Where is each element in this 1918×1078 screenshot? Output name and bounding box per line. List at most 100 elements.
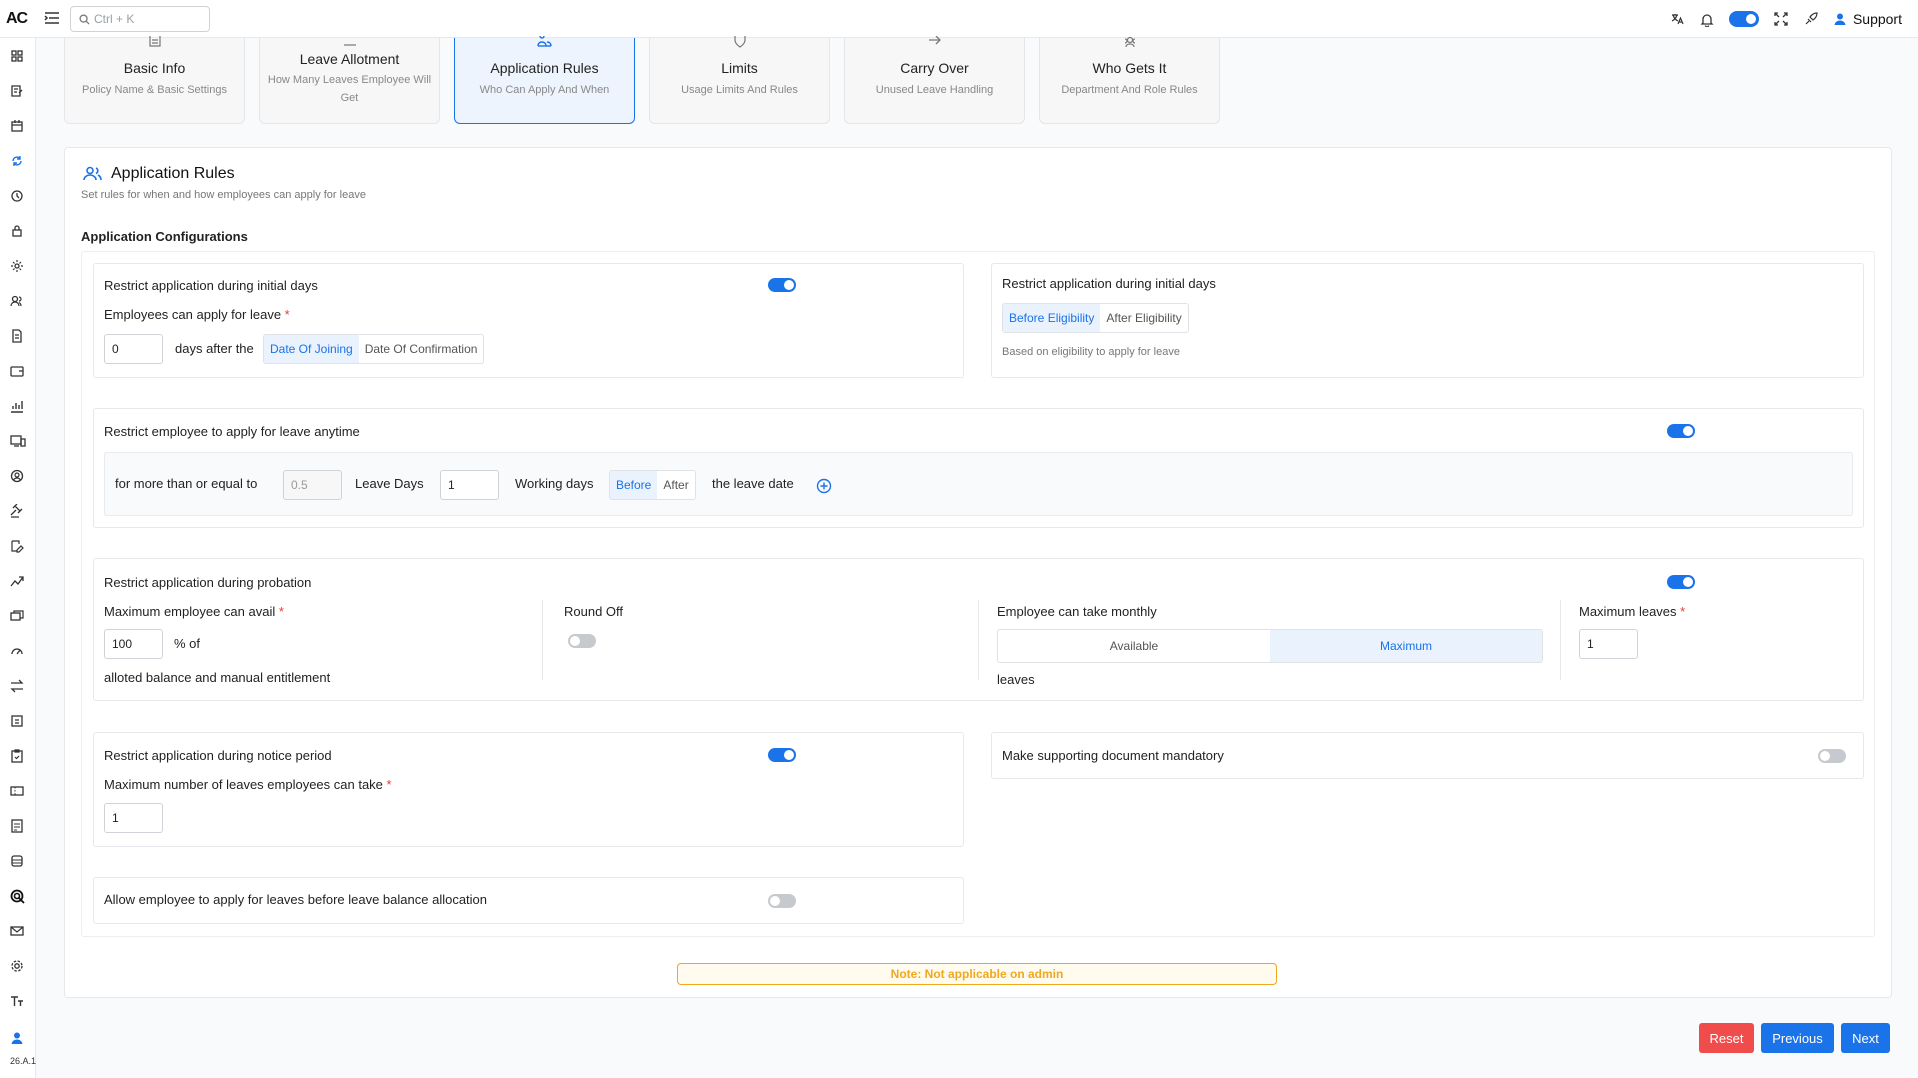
search-icon — [79, 13, 90, 25]
top-bar: AC Ctrl + K Support — [0, 0, 1918, 38]
max-leaves-input[interactable]: 1 — [1579, 629, 1638, 659]
users-icon — [83, 166, 105, 184]
sidebar-dashboard-icon[interactable] — [10, 49, 26, 65]
sidebar-gavel-icon[interactable] — [10, 503, 26, 520]
initial-days-input[interactable]: 0 — [104, 334, 163, 364]
document-mandatory-toggle[interactable] — [1818, 749, 1846, 763]
anytime-toggle[interactable] — [1667, 424, 1695, 438]
step-application-rules[interactable]: Application Rules Who Can Apply And When — [454, 35, 635, 124]
sidebar-lock-icon[interactable] — [10, 224, 26, 240]
sidebar-devices-icon[interactable] — [10, 434, 26, 450]
sidebar-tasks-icon[interactable] — [10, 84, 26, 100]
field-label: Maximum number of leaves employees can t… — [104, 777, 392, 792]
add-rule-plus-icon[interactable] — [816, 478, 832, 494]
sidebar-box-icon[interactable] — [10, 714, 26, 730]
option-before-eligibility[interactable]: Before Eligibility — [1003, 304, 1101, 332]
sidebar-ticket-icon[interactable] — [10, 784, 26, 800]
sidebar-settings-icon[interactable] — [10, 259, 26, 275]
step-title: Carry Over — [900, 60, 969, 76]
sidebar-document-icon[interactable] — [10, 329, 26, 345]
sidebar-transfer-icon[interactable] — [10, 679, 26, 695]
theme-toggle[interactable] — [1728, 11, 1759, 27]
step-limits[interactable]: Limits Usage Limits And Rules — [649, 36, 830, 124]
step-leave-allotment[interactable]: Leave Allotment How Many Leaves Employee… — [259, 38, 440, 124]
card-title: Allow employee to apply for leaves befor… — [104, 892, 488, 907]
rule-suffix: the leave date — [712, 476, 794, 491]
reset-button[interactable]: Reset — [1699, 1023, 1754, 1053]
translate-icon[interactable] — [1669, 11, 1685, 27]
before-allocation-card: Allow employee to apply for leaves befor… — [93, 877, 964, 924]
option-maximum[interactable]: Maximum — [1270, 630, 1542, 662]
initial-days-card: Restrict application during initial days… — [93, 263, 964, 378]
working-days-label: Working days — [515, 476, 594, 491]
shield-icon — [732, 36, 748, 50]
initial-days-toggle[interactable] — [768, 278, 796, 292]
sidebar-gear-icon[interactable] — [10, 959, 26, 975]
card-title: Restrict application during probation — [104, 575, 312, 590]
admin-note: Note: Not applicable on admin — [677, 963, 1277, 985]
sidebar-time-icon[interactable] — [10, 189, 26, 205]
probation-toggle[interactable] — [1667, 575, 1695, 589]
sidebar-edit-icon[interactable] — [10, 539, 26, 555]
sidebar-database-icon[interactable] — [10, 854, 26, 870]
eligibility-segment: Before Eligibility After Eligibility — [1002, 303, 1189, 333]
step-carry-over[interactable]: Carry Over Unused Leave Handling — [844, 35, 1025, 124]
step-subtitle: Who Can Apply And When — [479, 84, 610, 96]
sidebar-user-avatar-icon[interactable] — [10, 1031, 26, 1047]
user-icon — [1834, 13, 1846, 25]
option-before[interactable]: Before — [610, 471, 658, 499]
option-date-of-joining[interactable]: Date Of Joining — [264, 335, 359, 363]
sidebar-cards-icon[interactable] — [10, 609, 26, 625]
sidebar-chart-icon[interactable] — [10, 399, 26, 415]
round-off-toggle[interactable] — [568, 634, 596, 648]
policy-steps: Basic Info Policy Name & Basic Settings … — [64, 35, 1220, 124]
step-title: Leave Allotment — [299, 51, 400, 67]
arrow-right-icon — [927, 35, 943, 50]
rocket-icon[interactable] — [1803, 11, 1819, 27]
app-logo[interactable]: AC — [6, 10, 28, 28]
sidebar-calendar-icon[interactable] — [10, 119, 26, 135]
sidebar-leave-icon[interactable] — [10, 154, 26, 170]
fullscreen-icon[interactable] — [1773, 11, 1789, 27]
step-basic-info[interactable]: Basic Info Policy Name & Basic Settings — [64, 36, 245, 124]
sidebar-profile-icon[interactable] — [10, 469, 26, 485]
working-days-input[interactable]: 1 — [440, 470, 499, 500]
panel-subtitle: Set rules for when and how employees can… — [81, 189, 366, 201]
before-allocation-toggle[interactable] — [768, 894, 796, 908]
sidebar-mail-icon[interactable] — [10, 924, 26, 940]
option-available[interactable]: Available — [998, 630, 1270, 662]
sidebar-report-icon[interactable] — [10, 819, 26, 835]
menu-toggle-icon[interactable] — [44, 11, 62, 27]
support-menu[interactable]: Support — [1833, 11, 1902, 27]
field-label: Employees can apply for leave * — [104, 307, 290, 322]
anytime-rule-row: for more than or equal to 0.5 Leave Days… — [104, 452, 1853, 516]
group-icon — [1122, 36, 1138, 50]
sidebar-text-size-icon[interactable] — [10, 994, 26, 1010]
step-who-gets-it[interactable]: Who Gets It Department And Role Rules — [1039, 36, 1220, 124]
round-off-label: Round Off — [564, 604, 624, 619]
application-rules-panel: Application Rules Set rules for when and… — [64, 147, 1892, 998]
date-basis-segment: Date Of Joining Date Of Confirmation — [263, 334, 485, 364]
option-after-eligibility[interactable]: After Eligibility — [1100, 304, 1187, 332]
bell-icon[interactable] — [1699, 11, 1715, 27]
option-after[interactable]: After — [657, 471, 694, 499]
sidebar-analytics-icon[interactable] — [10, 574, 26, 590]
card-title: Restrict application during notice perio… — [104, 748, 332, 763]
sidebar-target-icon[interactable] — [10, 889, 26, 905]
card-title: Restrict application during initial days — [1002, 276, 1216, 291]
monthly-label: Employee can take monthly — [997, 604, 1157, 619]
sidebar-speed-icon[interactable] — [10, 644, 26, 660]
option-date-of-confirmation[interactable]: Date Of Confirmation — [359, 335, 484, 363]
sidebar-people-icon[interactable] — [10, 294, 26, 310]
notice-period-toggle[interactable] — [768, 748, 796, 762]
minus-icon — [342, 36, 358, 50]
leave-days-input[interactable]: 0.5 — [283, 470, 342, 500]
previous-button[interactable]: Previous — [1761, 1023, 1834, 1053]
notice-leaves-input[interactable]: 1 — [104, 803, 163, 833]
search-placeholder: Ctrl + K — [94, 12, 135, 26]
search-input[interactable]: Ctrl + K — [70, 6, 210, 32]
next-button[interactable]: Next — [1841, 1023, 1890, 1053]
max-avail-input[interactable]: 100 — [104, 629, 163, 659]
sidebar-wallet-icon[interactable] — [10, 364, 26, 380]
sidebar-clipboard-icon[interactable] — [10, 749, 26, 765]
